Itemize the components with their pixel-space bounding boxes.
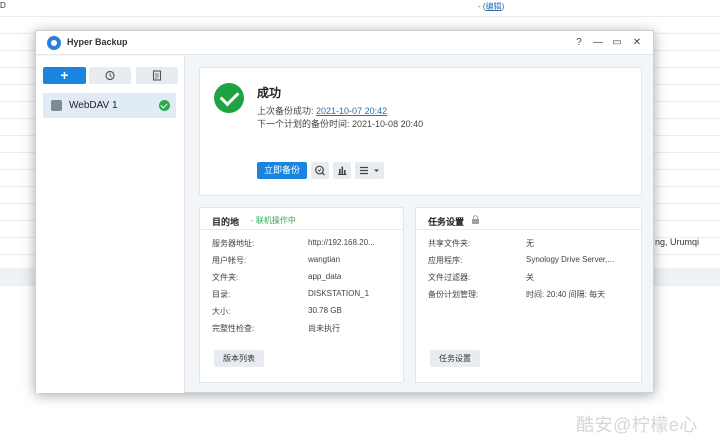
file-filter-value: 关	[526, 273, 534, 282]
task-settings-title: 任务设置	[428, 217, 465, 227]
integrity-check-button[interactable]	[311, 162, 329, 179]
integrity-check-key: 完整性检查:	[212, 324, 255, 333]
bg-prefix: - (	[478, 2, 486, 11]
bg-timezone-text: ng, Urumqi	[655, 237, 700, 247]
log-button[interactable]	[136, 67, 178, 84]
user-account-key: 用户帐号:	[212, 256, 247, 265]
bg-suffix: )	[501, 2, 505, 11]
last-backup-label: 上次备份成功:	[257, 106, 314, 116]
statistics-button[interactable]	[333, 162, 351, 179]
bg-edit-link-line: - (编辑)	[478, 1, 504, 12]
application-key: 应用程序:	[428, 256, 463, 265]
task-settings-panel: 任务设置 共享文件夹: 无 应用程序: Synology Drive Serve…	[415, 207, 642, 383]
schedule-value: 时间: 20:40 间隔: 每天	[526, 290, 606, 299]
task-settings-header: 任务设置	[416, 208, 641, 230]
lock-icon	[472, 215, 479, 224]
folder-value: app_data	[308, 272, 342, 281]
watermark: 酷安@柠檬e心	[576, 415, 698, 435]
server-address-key: 服务器地址:	[212, 239, 255, 248]
sidebar: + WebDAV 1	[36, 56, 185, 393]
hyper-backup-window: Hyper Backup ? — ▭ ✕ + WebDAV 1 成功 上次备份成…	[35, 30, 654, 393]
bg-edit-link[interactable]: 编辑	[486, 2, 502, 11]
add-task-button[interactable]: +	[43, 67, 86, 84]
menu-icon	[360, 166, 379, 175]
online-status: - 联机操作中	[251, 216, 296, 225]
size-value: 30.78 GB	[308, 306, 342, 315]
minimize-button[interactable]: —	[591, 35, 605, 51]
file-filter-key: 文件过滤器:	[428, 273, 471, 282]
user-account-value: wangtian	[308, 255, 341, 264]
folder-key: 文件夹:	[212, 273, 239, 282]
last-backup-line: 上次备份成功: 2021-10-07 20:42	[257, 104, 387, 117]
last-backup-link[interactable]: 2021-10-07 20:42	[316, 106, 387, 116]
size-key: 大小:	[212, 307, 231, 316]
application-value: Synology Drive Server,...	[526, 255, 615, 264]
directory-key: 目录:	[212, 290, 231, 299]
next-backup-label: 下一个计划的备份时间:	[257, 119, 350, 129]
success-check-icon	[214, 83, 244, 113]
task-item-webdav[interactable]: WebDAV 1	[43, 93, 176, 118]
bar-chart-icon	[338, 166, 347, 175]
task-success-icon	[159, 100, 170, 111]
history-icon	[105, 70, 115, 81]
maximize-button[interactable]: ▭	[610, 35, 624, 51]
server-icon	[51, 100, 62, 111]
status-panel: 成功 上次备份成功: 2021-10-07 20:42 下一个计划的备份时间: …	[199, 67, 642, 196]
status-title: 成功	[257, 86, 282, 100]
integrity-check-value: 尚未执行	[308, 324, 340, 333]
close-button[interactable]: ✕	[630, 35, 644, 51]
shared-folder-value: 无	[526, 239, 534, 248]
shared-folder-key: 共享文件夹:	[428, 239, 471, 248]
task-name: WebDAV 1	[69, 100, 118, 111]
directory-value: DISKSTATION_1	[308, 289, 370, 298]
help-button[interactable]: ?	[572, 35, 586, 51]
task-settings-button[interactable]: 任务设置	[430, 350, 480, 367]
version-list-button[interactable]: 版本列表	[214, 350, 264, 367]
hyper-backup-icon	[47, 36, 61, 50]
more-actions-dropdown[interactable]	[355, 162, 384, 179]
restore-button[interactable]	[89, 67, 131, 84]
server-address-value: http://192.168.20...	[308, 238, 375, 247]
window-title: Hyper Backup	[67, 37, 128, 47]
bg-top-left-text: D	[0, 1, 6, 10]
backup-now-button[interactable]: 立即备份	[257, 162, 307, 179]
next-backup-value: 2021-10-08 20:40	[352, 119, 424, 129]
title-bar[interactable]: Hyper Backup ? — ▭ ✕	[36, 31, 653, 55]
next-backup-line: 下一个计划的备份时间: 2021-10-08 20:40	[257, 117, 423, 130]
destination-panel: 目的地 - 联机操作中 服务器地址: http://192.168.20... …	[199, 207, 404, 383]
integrity-check-icon	[315, 165, 325, 176]
log-icon	[152, 70, 162, 81]
destination-header: 目的地 - 联机操作中	[200, 208, 403, 230]
bg-row	[0, 0, 720, 17]
destination-title: 目的地	[212, 217, 240, 227]
schedule-key: 备份计划管理:	[428, 290, 479, 299]
